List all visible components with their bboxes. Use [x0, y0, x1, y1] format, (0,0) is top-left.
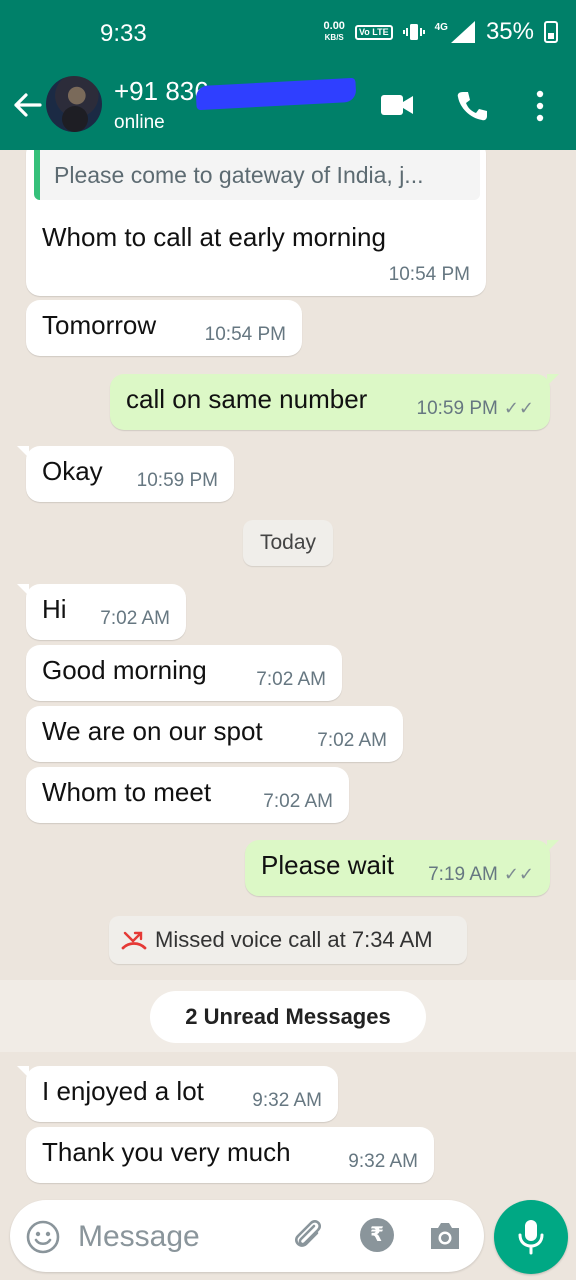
missed-call-icon — [121, 931, 147, 950]
volte-icon: Vo LTE — [354, 24, 393, 40]
date-divider: Today — [243, 520, 333, 566]
message-bubble-incoming[interactable]: Good morning 7:02 AM — [26, 645, 342, 701]
message-bubble-incoming[interactable]: Hi 7:02 AM — [17, 584, 186, 640]
battery-icon — [544, 21, 558, 43]
message-time: 7:02 AM — [100, 608, 170, 629]
redaction-mark — [195, 77, 357, 111]
message-time: 7:19 AM ✓✓ — [428, 864, 534, 885]
unread-divider: 2 Unread Messages — [150, 991, 426, 1043]
message-bubble-incoming[interactable]: Tomorrow 10:54 PM — [26, 300, 302, 356]
message-bubble-incoming[interactable]: I enjoyed a lot 9:32 AM — [17, 1066, 338, 1122]
message-time: 7:02 AM — [263, 791, 333, 812]
contact-status: online — [114, 112, 165, 133]
chat-area[interactable]: Please come to gateway of India, j... Wh… — [0, 150, 576, 1198]
message-bubble-incoming[interactable]: Okay 10:59 PM — [17, 446, 234, 502]
message-text: Whom to call at early morning — [42, 222, 386, 252]
phone-icon[interactable] — [456, 90, 488, 122]
signal-icon — [450, 21, 475, 43]
message-time: 7:02 AM — [317, 730, 387, 751]
message-text: I enjoyed a lot — [42, 1076, 204, 1106]
emoji-icon[interactable] — [26, 1220, 60, 1254]
battery-percent: 35% — [485, 18, 534, 45]
status-icons: 0.00 KB/S Vo LTE 4G 35% — [324, 18, 558, 46]
message-text: Thank you very much — [42, 1137, 291, 1167]
video-call-icon[interactable] — [380, 90, 414, 120]
status-bar: 9:33 0.00 KB/S Vo LTE 4G 35% — [0, 0, 576, 68]
message-time: 7:02 AM — [256, 669, 326, 690]
message-text: We are on our spot — [42, 716, 263, 746]
quoted-text: Please come to gateway of India, j... — [54, 162, 424, 188]
double-tick-icon: ✓✓ — [503, 398, 534, 418]
message-text: Tomorrow — [42, 310, 157, 340]
quoted-message[interactable]: Please come to gateway of India, j... — [34, 150, 480, 200]
contact-name[interactable]: +91 836 — [114, 76, 209, 107]
message-text: Hi — [42, 594, 67, 624]
message-time: 9:32 AM — [252, 1090, 322, 1111]
app-header: 9:33 0.00 KB/S Vo LTE 4G 35% +91 836 onl… — [0, 0, 576, 150]
message-time: 10:54 PM — [388, 264, 470, 285]
message-composer[interactable]: Message ₹ — [10, 1200, 484, 1272]
network-speed: 0.00 KB/S — [323, 20, 345, 43]
message-text: Good morning — [42, 655, 207, 685]
mic-icon — [518, 1220, 544, 1255]
back-arrow-icon[interactable] — [10, 88, 44, 122]
message-input[interactable]: Message — [78, 1220, 200, 1254]
message-bubble-outgoing[interactable]: call on same number 10:59 PM ✓✓ — [110, 374, 559, 430]
message-text: Whom to meet — [42, 777, 212, 807]
message-text: Okay — [42, 456, 103, 486]
chat-topbar: +91 836 online — [0, 68, 576, 150]
more-vert-icon[interactable] — [532, 90, 548, 122]
attach-icon[interactable] — [290, 1218, 326, 1254]
double-tick-icon: ✓✓ — [503, 864, 534, 884]
mic-button[interactable] — [494, 1200, 568, 1274]
message-bubble-incoming[interactable]: Whom to meet 7:02 AM — [26, 767, 349, 823]
message-time: 10:59 PM ✓✓ — [416, 398, 535, 419]
camera-icon[interactable] — [428, 1220, 462, 1252]
message-text: call on same number — [126, 384, 368, 414]
message-bubble-outgoing[interactable]: Please wait 7:19 AM ✓✓ — [245, 840, 559, 896]
message-bubble-incoming[interactable]: Please come to gateway of India, j... Wh… — [26, 150, 486, 296]
vibrate-icon — [402, 24, 425, 40]
message-text: Please wait — [261, 850, 394, 880]
status-time: 9:33 — [100, 20, 147, 47]
message-time: 9:32 AM — [348, 1151, 418, 1172]
network-type: 4G — [434, 21, 448, 33]
message-time: 10:59 PM — [136, 470, 218, 491]
missed-call-text: Missed voice call at 7:34 AM — [155, 927, 433, 952]
avatar[interactable] — [46, 76, 102, 132]
missed-call-notice[interactable]: Missed voice call at 7:34 AM — [109, 916, 467, 964]
message-time: 10:54 PM — [204, 324, 286, 345]
rupee-icon[interactable]: ₹ — [360, 1218, 394, 1252]
message-bubble-incoming[interactable]: Thank you very much 9:32 AM — [26, 1127, 434, 1183]
message-bubble-incoming[interactable]: We are on our spot 7:02 AM — [26, 706, 403, 762]
